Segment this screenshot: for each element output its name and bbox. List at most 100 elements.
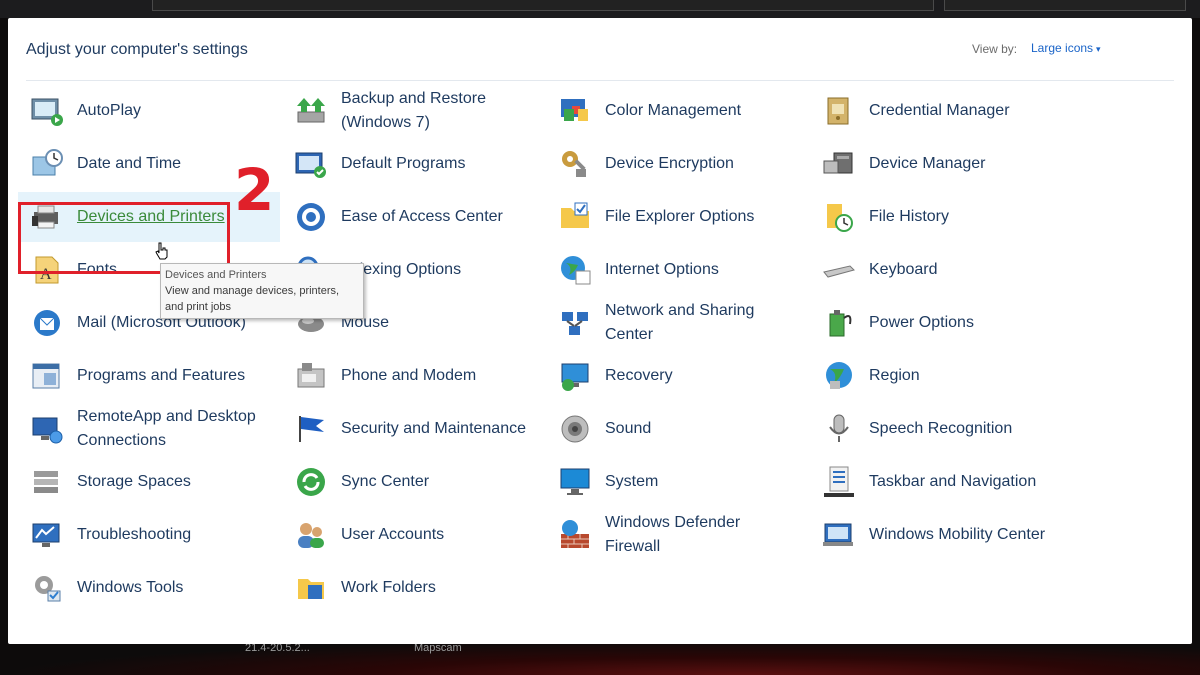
cp-item-storage-spaces[interactable]: Storage Spaces	[18, 457, 280, 507]
sync-icon	[294, 465, 328, 499]
cp-item-label[interactable]: Device Manager	[869, 152, 986, 176]
network-icon	[558, 306, 592, 340]
recovery-icon	[558, 359, 592, 393]
cp-item-sync-center[interactable]: Sync Center	[282, 457, 544, 507]
cp-item-label[interactable]: Backup and Restore (Windows 7)	[341, 87, 541, 135]
cp-item-label[interactable]: RemoteApp and Desktop Connections	[77, 405, 277, 453]
cp-item-label[interactable]: Credential Manager	[869, 99, 1010, 123]
cp-item-label[interactable]: File History	[869, 205, 949, 229]
cp-item-label[interactable]: Work Folders	[341, 576, 436, 600]
cp-item-label[interactable]: Storage Spaces	[77, 470, 191, 494]
globe-icon	[558, 253, 592, 287]
microphone-icon	[822, 412, 856, 446]
default-programs-icon	[294, 147, 328, 181]
taskbar-icon	[822, 465, 856, 499]
cp-item-device-encryption[interactable]: Device Encryption	[546, 139, 808, 189]
cp-item-label[interactable]: Sync Center	[341, 470, 429, 494]
cp-item-label[interactable]: Device Encryption	[605, 152, 734, 176]
remote-desktop-icon	[30, 412, 64, 446]
cp-item-label[interactable]: Taskbar and Navigation	[869, 470, 1036, 494]
tooltip-description: View and manage devices, printers, and p…	[165, 285, 340, 313]
annotation-step-number: 2	[234, 156, 275, 224]
view-by-value[interactable]: Large icons	[1031, 41, 1093, 55]
tooltip-title: Devices and Printers	[165, 269, 267, 281]
storage-icon	[30, 465, 64, 499]
cp-item-windows-tools[interactable]: Windows Tools	[18, 563, 280, 613]
cp-item-default-programs[interactable]: Default Programs	[282, 139, 544, 189]
firewall-icon	[558, 518, 592, 552]
cp-item-label[interactable]: File Explorer Options	[605, 205, 754, 229]
cp-item-phone-and-modem[interactable]: Phone and Modem	[282, 351, 544, 401]
cp-item-windows-mobility-center[interactable]: Windows Mobility Center	[810, 510, 1072, 560]
cp-item-label[interactable]: Color Management	[605, 99, 741, 123]
cp-item-speech-recognition[interactable]: Speech Recognition	[810, 404, 1072, 454]
cp-item-label[interactable]: Default Programs	[341, 152, 466, 176]
cp-item-power-options[interactable]: Power Options	[810, 298, 1072, 348]
cp-item-label[interactable]: Windows Mobility Center	[869, 523, 1045, 547]
cp-item-keyboard[interactable]: Keyboard	[810, 245, 1072, 295]
cp-item-autoplay[interactable]: AutoPlay	[18, 86, 280, 136]
cp-item-security-and-maintenance[interactable]: Security and Maintenance	[282, 404, 544, 454]
programs-icon	[30, 359, 64, 393]
cp-item-file-explorer-options[interactable]: File Explorer Options	[546, 192, 808, 242]
tooltip: Devices and Printers View and manage dev…	[160, 263, 364, 319]
cp-item-network-and-sharing-center[interactable]: Network and Sharing Center	[546, 298, 808, 348]
encryption-icon	[558, 147, 592, 181]
cp-item-label[interactable]: Phone and Modem	[341, 364, 476, 388]
clock-icon	[30, 147, 64, 181]
cp-item-label[interactable]: User Accounts	[341, 523, 444, 547]
header-divider	[26, 80, 1174, 81]
phone-icon	[294, 359, 328, 393]
cp-item-label[interactable]: Network and Sharing Center	[605, 299, 775, 347]
autoplay-icon	[30, 94, 64, 128]
region-icon	[822, 359, 856, 393]
cp-item-label[interactable]: Date and Time	[77, 152, 181, 176]
cp-item-credential-manager[interactable]: Credential Manager	[810, 86, 1072, 136]
cp-item-device-manager[interactable]: Device Manager	[810, 139, 1072, 189]
ease-of-access-icon	[294, 200, 328, 234]
cp-item-system[interactable]: System	[546, 457, 808, 507]
cp-item-sound[interactable]: Sound	[546, 404, 808, 454]
cp-item-label[interactable]: Troubleshooting	[77, 523, 191, 547]
users-icon	[294, 518, 328, 552]
cp-item-label[interactable]: Recovery	[605, 364, 673, 388]
cp-item-label[interactable]: System	[605, 470, 658, 494]
cp-item-label[interactable]: Sound	[605, 417, 651, 441]
cp-item-label[interactable]: Programs and Features	[77, 364, 245, 388]
power-icon	[822, 306, 856, 340]
cp-item-region[interactable]: Region	[810, 351, 1072, 401]
monitor-icon	[558, 465, 592, 499]
cp-item-programs-and-features[interactable]: Programs and Features	[18, 351, 280, 401]
cp-item-internet-options[interactable]: Internet Options	[546, 245, 808, 295]
file-history-icon	[822, 200, 856, 234]
cp-item-label[interactable]: Windows Tools	[77, 576, 183, 600]
cp-item-label[interactable]: Windows Defender Firewall	[605, 511, 775, 559]
color-icon	[558, 94, 592, 128]
cp-item-label[interactable]: Speech Recognition	[869, 417, 1012, 441]
cp-item-recovery[interactable]: Recovery	[546, 351, 808, 401]
cp-item-taskbar-and-navigation[interactable]: Taskbar and Navigation	[810, 457, 1072, 507]
cp-item-troubleshooting[interactable]: Troubleshooting	[18, 510, 280, 560]
cp-item-color-management[interactable]: Color Management	[546, 86, 808, 136]
cp-item-backup-and-restore-windows-7[interactable]: Backup and Restore (Windows 7)	[282, 86, 544, 136]
cp-item-label[interactable]: Ease of Access Center	[341, 205, 503, 229]
cp-item-label[interactable]: Internet Options	[605, 258, 719, 282]
cp-item-label[interactable]: Region	[869, 364, 920, 388]
cp-item-remoteapp-and-desktop-connections[interactable]: RemoteApp and Desktop Connections	[18, 404, 280, 454]
cp-item-user-accounts[interactable]: User Accounts	[282, 510, 544, 560]
cp-item-ease-of-access-center[interactable]: Ease of Access Center	[282, 192, 544, 242]
cp-item-label[interactable]: Keyboard	[869, 258, 938, 282]
cp-item-work-folders[interactable]: Work Folders	[282, 563, 544, 613]
speaker-icon	[558, 412, 592, 446]
desktop-background	[0, 640, 1200, 675]
cp-item-file-history[interactable]: File History	[810, 192, 1072, 242]
cp-item-windows-defender-firewall[interactable]: Windows Defender Firewall	[546, 510, 808, 560]
cp-item-label[interactable]: Security and Maintenance	[341, 417, 526, 441]
cp-item-label[interactable]: AutoPlay	[77, 99, 141, 123]
work-folders-icon	[294, 571, 328, 605]
device-manager-icon	[822, 147, 856, 181]
view-by-dropdown[interactable]: Large icons ▾	[1031, 41, 1101, 55]
cp-item-label[interactable]: Power Options	[869, 311, 974, 335]
tools-icon	[30, 571, 64, 605]
chevron-down-icon[interactable]: ▾	[1096, 44, 1101, 54]
